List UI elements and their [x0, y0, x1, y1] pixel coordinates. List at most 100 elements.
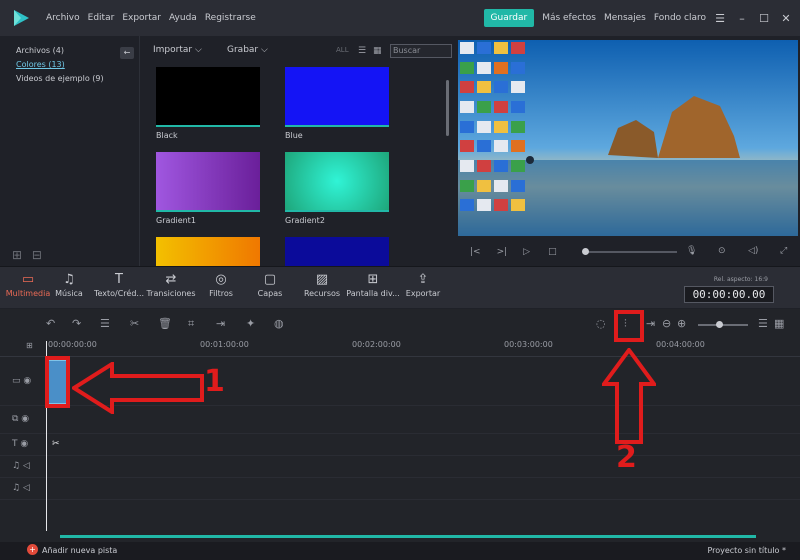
- text-track-icon: T ◉: [12, 439, 29, 449]
- search-input[interactable]: Buscar: [390, 44, 452, 58]
- play-icon[interactable]: ▷: [523, 247, 530, 257]
- timeline-scrollbar[interactable]: [60, 535, 756, 538]
- grid-view-icon[interactable]: ▦: [373, 46, 382, 56]
- grid-view-icon[interactable]: ▦: [774, 317, 784, 330]
- maximize-icon[interactable]: ☐: [756, 12, 772, 25]
- menu-ayuda[interactable]: Ayuda: [169, 13, 197, 23]
- thumb-bar: [156, 210, 260, 212]
- tab-label: Música: [55, 289, 83, 298]
- thumb-gradient1[interactable]: [156, 152, 260, 210]
- add-track-button[interactable]: Añadir nueva pista: [42, 546, 117, 555]
- close-icon[interactable]: ✕: [778, 12, 794, 25]
- add-track-icon[interactable]: +: [27, 544, 38, 555]
- ruler-tick: 00:01:00:00: [200, 340, 249, 349]
- tab-filters[interactable]: ◎ Filtros: [202, 271, 240, 298]
- thumb-label: Gradient2: [285, 216, 325, 225]
- thumb-gradient2[interactable]: [285, 152, 389, 210]
- crop-icon[interactable]: ⌗: [188, 317, 194, 331]
- split-screen-icon: ⊞: [367, 272, 379, 287]
- delete-icon[interactable]: 🗑: [158, 317, 172, 330]
- more-effects-link[interactable]: Más efectos: [542, 13, 596, 23]
- tab-resources[interactable]: ▨ Recursos: [300, 271, 344, 298]
- cut-icon[interactable]: ✂: [130, 317, 139, 330]
- media-scrollbar[interactable]: [446, 80, 449, 136]
- time-ruler[interactable]: ⊞ 00:00:00:00 00:01:00:00 00:02:00:00 00…: [0, 339, 800, 357]
- list-view-icon[interactable]: ☰: [758, 317, 768, 330]
- messages-link[interactable]: Mensajes: [604, 13, 646, 23]
- microphone-icon[interactable]: 🎙: [686, 246, 697, 256]
- thumb-black[interactable]: [156, 67, 260, 125]
- zoom-out-icon[interactable]: ⊖: [662, 317, 671, 330]
- prev-frame-icon[interactable]: |<: [470, 247, 481, 257]
- ruler-tick: 00:00:00:00: [48, 340, 97, 349]
- tab-overlays[interactable]: ▢ Capas: [252, 271, 288, 298]
- tab-text-credits[interactable]: T Texto/Créd...: [92, 271, 146, 298]
- overlay-icon: ▢: [263, 272, 277, 287]
- zoom-in-icon[interactable]: ⊕: [677, 317, 686, 330]
- timeline: ↶ ↷ ☰ ✂ 🗑 ⌗ ⇥ ✦ ◍ ◌ ⫶ ⇥ ⊖ ⊕ ☰ ▦ ⊞ 00:00:…: [0, 309, 800, 560]
- fullscreen-icon[interactable]: ⤢: [780, 246, 787, 256]
- save-button[interactable]: Guardar: [483, 9, 535, 27]
- menu-editar[interactable]: Editar: [88, 13, 115, 23]
- folder-actions: ⊞ ⊟: [12, 248, 42, 262]
- tab-label: Pantalla div...: [346, 289, 400, 298]
- preview-progress-handle[interactable]: [582, 248, 589, 255]
- annotation-number-1: 1: [204, 364, 225, 399]
- tab-split-screen[interactable]: ⊞ Pantalla div...: [346, 271, 400, 298]
- tab-multimedia[interactable]: ▭ Multimedia: [4, 271, 52, 298]
- sort-icon[interactable]: ☰: [358, 46, 366, 56]
- record-dropdown[interactable]: Grabar ⌵: [227, 45, 268, 55]
- library-item-sample-videos[interactable]: Videos de ejemplo (9): [16, 74, 104, 83]
- adjust-icon[interactable]: ☰: [100, 317, 110, 330]
- ruler-tick: 00:04:00:00: [656, 340, 705, 349]
- video-track-icon: ▭ ◉: [12, 376, 32, 386]
- tab-label: Exportar: [405, 289, 441, 298]
- tab-music[interactable]: ♫ Música: [52, 271, 86, 298]
- library-item-colors[interactable]: Colores (13): [16, 60, 65, 69]
- hamburger-menu-icon[interactable]: ☰: [712, 12, 728, 25]
- library-panel: Archivos (4) Colores (13) Videos de ejem…: [0, 36, 140, 266]
- filter-all-label[interactable]: ALL: [336, 46, 349, 54]
- library-item-files[interactable]: Archivos (4): [16, 46, 64, 55]
- speed-icon[interactable]: ✦: [246, 317, 255, 330]
- media-area: Importar ⌵ Grabar ⌵ ALL ☰ ▦ Buscar Black…: [140, 36, 456, 266]
- timeline-footer: + Añadir nueva pista Proyecto sin título…: [0, 542, 800, 560]
- tab-label: Capas: [257, 289, 283, 298]
- snap-icon[interactable]: ⇥: [646, 317, 655, 330]
- color-palette-icon[interactable]: ◍: [274, 317, 284, 330]
- zoom-slider-handle[interactable]: [716, 321, 723, 328]
- light-background-link[interactable]: Fondo claro: [654, 13, 706, 23]
- preview-progress-track[interactable]: [585, 251, 677, 253]
- snapshot-icon[interactable]: ⊙: [718, 246, 726, 256]
- collapse-panel-button[interactable]: ←: [120, 47, 134, 59]
- menu-registrarse[interactable]: Registrarse: [205, 13, 256, 23]
- thumb-label: Blue: [285, 131, 303, 140]
- stop-icon[interactable]: □: [548, 247, 557, 257]
- thumb-gradient3[interactable]: [156, 237, 260, 266]
- tab-transitions[interactable]: ⇄ Transiciones: [144, 271, 198, 298]
- tab-export[interactable]: ⇪ Exportar: [404, 271, 442, 298]
- freeze-frame-icon[interactable]: ⇥: [216, 317, 225, 330]
- minimize-icon[interactable]: –: [734, 12, 750, 25]
- delete-folder-icon[interactable]: ⊟: [32, 248, 42, 262]
- image-icon: ▨: [315, 272, 329, 287]
- redo-icon[interactable]: ↷: [72, 317, 81, 330]
- tab-label: Transiciones: [146, 289, 196, 298]
- zoom-slider-track[interactable]: [698, 324, 748, 326]
- thumb-gradient4[interactable]: [285, 237, 389, 266]
- add-folder-icon[interactable]: ⊞: [12, 248, 22, 262]
- scissor-marker-icon[interactable]: ✂: [52, 439, 60, 449]
- add-track-grid-icon[interactable]: ⊞: [26, 341, 33, 350]
- volume-icon[interactable]: ◁): [748, 246, 758, 256]
- menu-archivo[interactable]: Archivo: [46, 13, 80, 23]
- next-frame-icon[interactable]: >|: [497, 247, 508, 257]
- aspect-ratio-label[interactable]: Rel. aspecto: 16:9: [714, 276, 768, 283]
- menu-exportar[interactable]: Exportar: [122, 13, 161, 23]
- music-note-icon: ♫: [63, 272, 75, 287]
- undo-icon[interactable]: ↶: [46, 317, 55, 330]
- render-preview-icon[interactable]: ◌: [596, 317, 606, 330]
- import-dropdown[interactable]: Importar ⌵: [153, 45, 202, 55]
- thumb-label: Black: [156, 131, 178, 140]
- thumb-blue[interactable]: [285, 67, 389, 125]
- thumb-bar: [285, 125, 389, 127]
